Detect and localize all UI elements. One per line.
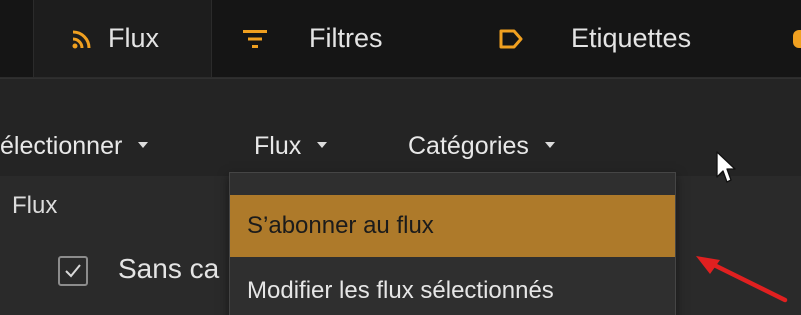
tab-divider bbox=[211, 0, 212, 77]
menu-categories[interactable]: Catégories bbox=[408, 130, 555, 162]
section-label: Flux bbox=[12, 192, 58, 219]
filter-icon bbox=[243, 29, 267, 49]
tab-filtres[interactable]: Filtres bbox=[243, 0, 453, 77]
category-label: Sans ca bbox=[118, 253, 220, 284]
menu-item-label: S’abonner au flux bbox=[247, 212, 434, 239]
tab-etiquettes[interactable]: Etiquettes bbox=[499, 0, 759, 77]
tab-bar: Flux Filtres Etiquettes bbox=[0, 0, 801, 78]
category-checkbox[interactable] bbox=[58, 256, 88, 286]
menu-flux[interactable]: Flux bbox=[254, 130, 328, 162]
menu-item-subscribe-feed[interactable]: S’abonner au flux bbox=[230, 195, 675, 257]
overflow-tab-icon bbox=[793, 30, 801, 48]
annotation-arrow-icon bbox=[696, 256, 788, 303]
tab-label: Flux bbox=[108, 23, 160, 53]
rss-icon bbox=[72, 29, 92, 49]
checkmark-icon bbox=[65, 264, 81, 278]
tag-icon bbox=[499, 29, 523, 49]
tab-flux[interactable]: Flux bbox=[34, 0, 211, 77]
tab-label: Etiquettes bbox=[571, 23, 692, 53]
mouse-cursor-icon bbox=[716, 151, 736, 183]
menu-item-edit-selected-feeds[interactable]: Modifier les flux sélectionnés bbox=[230, 260, 675, 315]
menu-selectionner[interactable]: électionner bbox=[0, 130, 149, 162]
menu-label: Flux bbox=[254, 131, 302, 160]
caret-down-icon bbox=[544, 142, 555, 148]
menu-item-label: Modifier les flux sélectionnés bbox=[247, 277, 554, 304]
tab-label: Filtres bbox=[309, 23, 383, 53]
app-root: Flux Filtres Etiquettes électionner Flux… bbox=[0, 0, 801, 315]
flux-dropdown-menu: S’abonner au flux Modifier les flux séle… bbox=[229, 172, 676, 315]
menu-label: électionner bbox=[0, 131, 123, 160]
caret-down-icon bbox=[317, 142, 328, 148]
menu-label: Catégories bbox=[408, 131, 529, 160]
caret-down-icon bbox=[138, 142, 149, 148]
